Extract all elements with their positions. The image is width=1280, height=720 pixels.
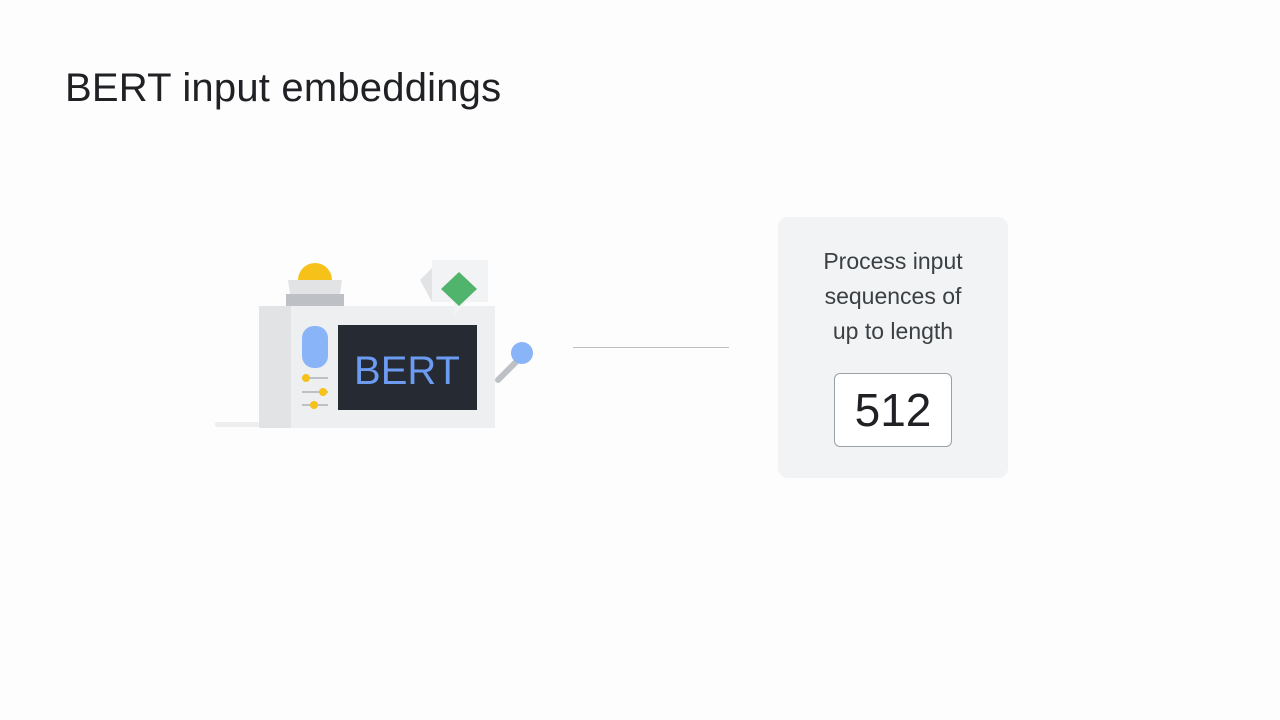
sequence-length-value: 512 [834, 373, 952, 447]
info-card: Process input sequences of up to length … [778, 217, 1008, 478]
capsule-icon [302, 326, 328, 368]
slider-knob [302, 374, 310, 382]
bert-machine-svg: BERT [215, 260, 533, 428]
slider-knob [310, 401, 318, 409]
lamp-base [288, 280, 342, 294]
lamp-icon [298, 263, 332, 280]
bert-machine-icon: BERT [210, 250, 550, 440]
slide-title: BERT input embeddings [65, 66, 502, 110]
connector-line [573, 347, 729, 348]
card-description: Process input sequences of up to length [823, 248, 963, 344]
bubble-shadow [420, 268, 432, 302]
lamp-stand [286, 294, 344, 306]
lever-knob-icon [511, 342, 533, 364]
slider-knob [319, 388, 327, 396]
slide: BERT input embeddings BERT Process input… [0, 0, 1280, 720]
machine-label: BERT [354, 349, 460, 393]
machine-side [259, 306, 291, 428]
